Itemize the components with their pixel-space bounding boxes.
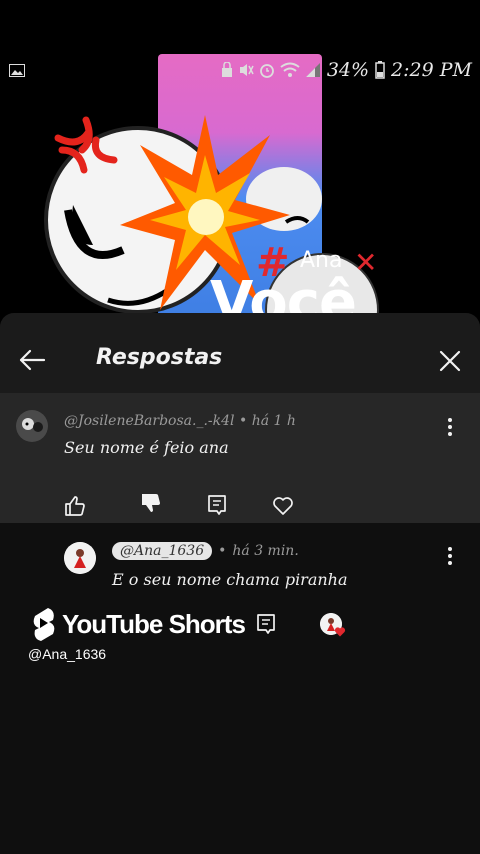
status-time: 2:29 PM — [391, 59, 472, 81]
lock-icon — [221, 62, 232, 77]
status-bar: 34% 2:29 PM — [0, 58, 480, 84]
reply-text: E o seu nome chama piranha — [112, 570, 348, 589]
close-icon[interactable] — [438, 349, 462, 373]
sticker-x-mark: ✕ — [354, 246, 378, 279]
comment-author[interactable]: @JosileneBarbosa._.-k4l — [64, 413, 235, 429]
signal-icon — [305, 63, 320, 77]
reply-time: há 3 min. — [232, 543, 299, 559]
heart-icon[interactable] — [271, 493, 295, 517]
reply-icon[interactable] — [205, 493, 229, 517]
back-arrow-icon[interactable] — [18, 348, 46, 372]
dislike-icon[interactable] — [139, 491, 163, 515]
reply-icon[interactable] — [254, 612, 278, 636]
shorts-watermark: YouTube Shorts — [0, 600, 480, 650]
youtube-shorts-logo: YouTube Shorts — [28, 606, 246, 642]
sheet-header: Respostas — [0, 313, 480, 393]
reply-comment: @Ana_1636 • há 3 min. E o seu nome chama… — [0, 528, 480, 608]
more-options-icon[interactable] — [447, 546, 453, 566]
parent-comment: @JosileneBarbosa._.-k4l • há 1 h Seu nom… — [0, 393, 480, 523]
battery-icon — [375, 61, 385, 79]
gallery-icon — [9, 64, 25, 77]
watermark-handle: @Ana_1636 — [28, 646, 107, 662]
mute-icon — [239, 64, 254, 76]
video-background: # Ana ✕ Você — [0, 0, 480, 376]
comment-text: Seu nome é feio ana — [64, 438, 229, 457]
avatar[interactable] — [64, 542, 96, 574]
reply-author-badge[interactable]: @Ana_1636 — [112, 542, 213, 560]
status-right: 34% 2:29 PM — [221, 59, 472, 81]
more-options-icon[interactable] — [447, 417, 453, 437]
reply-meta: @Ana_1636 • há 3 min. — [112, 542, 299, 560]
alarm-icon — [259, 64, 274, 78]
sheet-title: Respostas — [96, 345, 223, 370]
shorts-brand-text: YouTube Shorts — [62, 608, 246, 639]
comment-meta: @JosileneBarbosa._.-k4l • há 1 h — [64, 413, 296, 429]
replies-sheet: Respostas @JosileneBarbosa._.-k4l • há 1… — [0, 313, 480, 854]
battery-percent: 34% — [326, 59, 370, 81]
shorts-logo-icon — [33, 608, 55, 641]
heart-icon — [334, 627, 346, 637]
wifi-icon — [280, 62, 300, 77]
like-icon[interactable] — [63, 494, 87, 518]
comment-time: há 1 h — [251, 413, 296, 429]
avatar[interactable] — [16, 410, 48, 442]
